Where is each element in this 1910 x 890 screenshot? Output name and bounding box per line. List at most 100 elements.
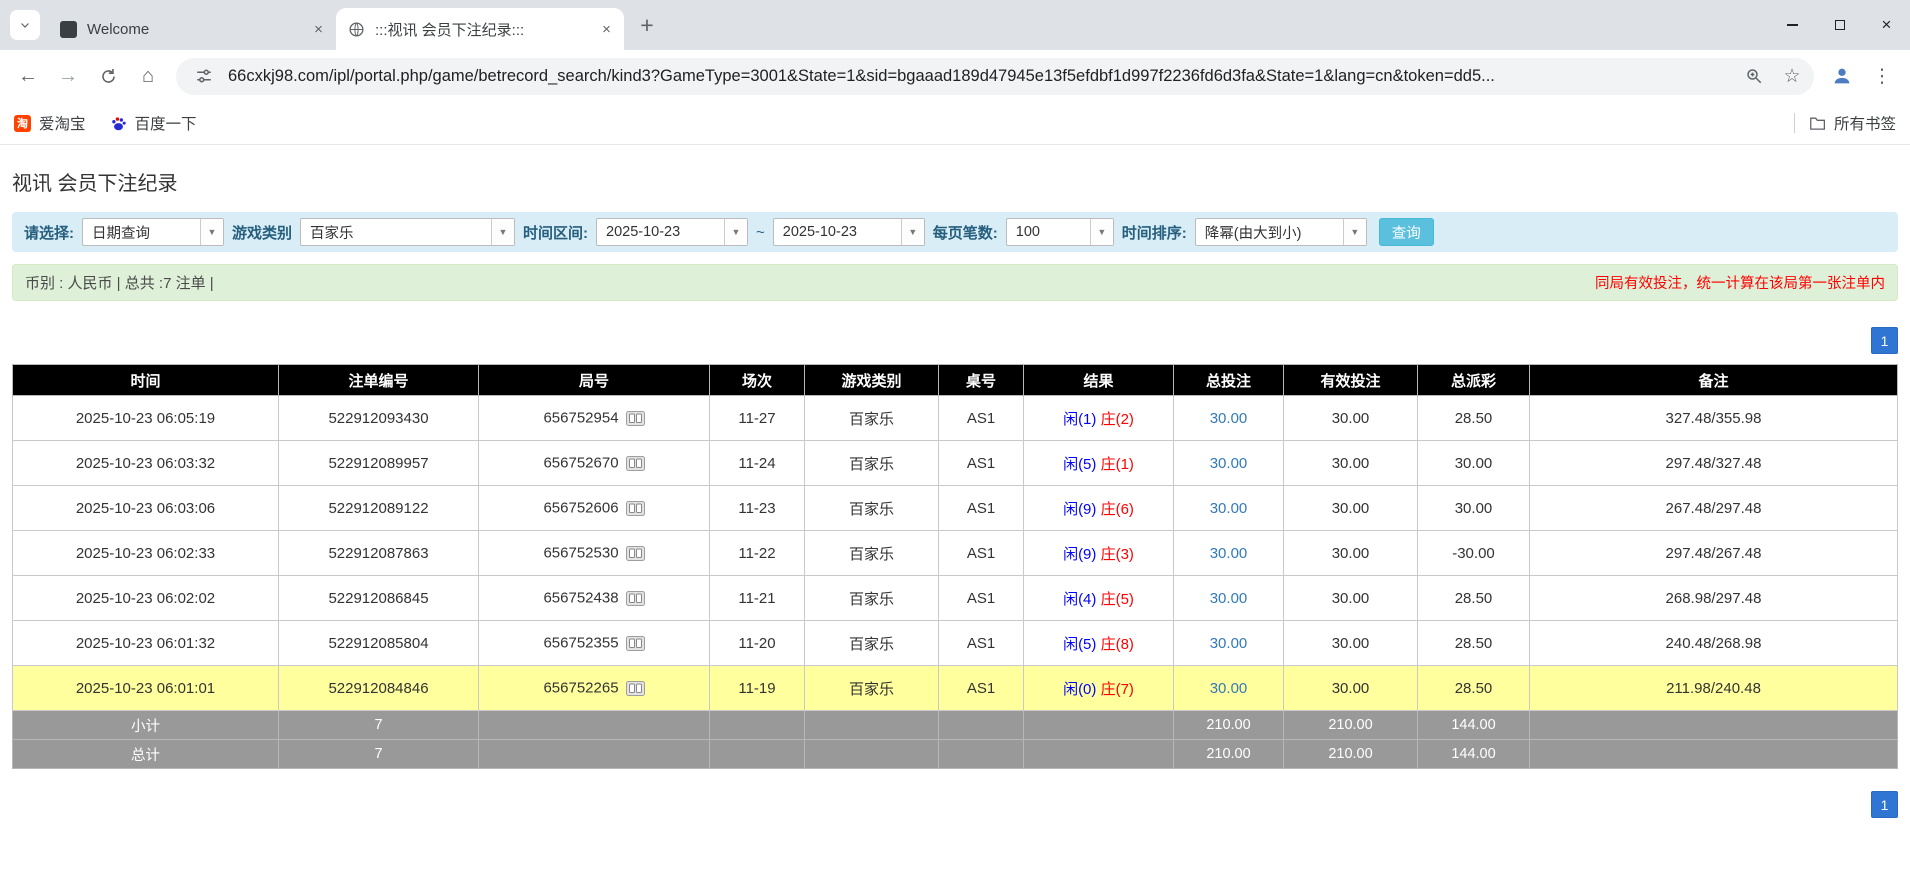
result-cell: 闲(5) 庄(1) [1024,441,1174,486]
tab-search-button[interactable] [10,10,40,40]
table-no-cell: AS1 [939,441,1024,486]
back-button[interactable]: ← [10,58,46,94]
date-to-select[interactable]: 2025-10-23 ▼ [773,218,925,246]
round-detail-icon[interactable] [626,681,645,696]
tab-close-icon[interactable]: × [309,20,328,39]
page-1-button[interactable]: 1 [1871,327,1898,354]
summary-cell: 小计 [13,711,279,740]
game-type-select[interactable]: 百家乐 ▼ [300,218,515,246]
chevron-down-icon[interactable]: ▼ [901,219,924,245]
zoom-icon[interactable] [1740,62,1768,90]
valid-bet-cell: 30.00 [1284,486,1418,531]
chevron-down-icon[interactable]: ▼ [491,219,514,245]
round-number: 656752670 [543,455,618,472]
total-bet-link[interactable]: 30.00 [1210,590,1248,607]
chevron-down-icon[interactable]: ▼ [1343,219,1366,245]
summary-cell [1024,711,1174,740]
summary-cell [939,711,1024,740]
summary-bar: 币别 : 人民币 | 总共 :7 注单 | 同局有效投注，统一计算在该局第一张注… [12,264,1898,301]
summary-cell [1024,740,1174,769]
bet-id-cell: 522912093430 [279,396,479,441]
time-cell: 2025-10-23 06:03:06 [13,486,279,531]
total-bet-link[interactable]: 30.00 [1210,635,1248,652]
round-detail-icon[interactable] [626,456,645,471]
note-cell: 327.48/355.98 [1530,396,1898,441]
minimize-button[interactable] [1769,0,1816,50]
chevron-down-icon[interactable]: ▼ [724,219,747,245]
bet-id-cell: 522912086845 [279,576,479,621]
close-window-button[interactable]: × [1863,0,1910,50]
total-bet-link[interactable]: 30.00 [1210,545,1248,562]
profile-icon[interactable] [1824,58,1860,94]
game-type-cell: 百家乐 [805,576,939,621]
bookmarks-bar: 淘 爱淘宝 百度一下 所有书签 [0,102,1910,145]
chevron-down-icon[interactable]: ▼ [1090,219,1113,245]
payout-cell: 30.00 [1418,486,1530,531]
query-type-select[interactable]: 日期查询 ▼ [82,218,224,246]
column-header: 时间 [13,365,279,396]
url-bar[interactable]: 66cxkj98.com/ipl/portal.php/game/betreco… [176,58,1814,95]
sort-order-select[interactable]: 降幂(由大到小) ▼ [1195,218,1367,246]
player-result: 闲(4) [1063,591,1096,608]
url-text[interactable]: 66cxkj98.com/ipl/portal.php/game/betreco… [228,67,1730,86]
tab-welcome[interactable]: Welcome × [48,8,336,50]
payout-cell: 30.00 [1418,441,1530,486]
column-header: 备注 [1530,365,1898,396]
result-cell: 闲(1) 庄(2) [1024,396,1174,441]
result-cell: 闲(0) 庄(7) [1024,666,1174,711]
round-cell: 656752530 [479,531,710,576]
round-number: 656752265 [543,680,618,697]
date-from-select[interactable]: 2025-10-23 ▼ [596,218,748,246]
total-bet-link[interactable]: 30.00 [1210,455,1248,472]
game-type-cell: 百家乐 [805,531,939,576]
column-header: 场次 [710,365,805,396]
search-button[interactable]: 查询 [1379,218,1434,246]
page-size-value: 100 [1007,219,1090,245]
bookmark-aitaobao[interactable]: 淘 爱淘宝 [14,112,86,134]
total-bet-link[interactable]: 30.00 [1210,680,1248,697]
valid-bet-cell: 30.00 [1284,441,1418,486]
session-cell: 11-19 [710,666,805,711]
round-detail-icon[interactable] [626,501,645,516]
table-row: 2025-10-23 06:03:06522912089122656752606… [13,486,1898,531]
table-no-cell: AS1 [939,531,1024,576]
all-bookmarks-button[interactable]: 所有书签 [1809,112,1896,134]
menu-kebab-icon[interactable]: ⋮ [1864,58,1900,94]
player-result: 闲(1) [1063,411,1096,428]
round-number: 656752606 [543,500,618,517]
tab-title: Welcome [87,21,303,38]
bet-table-foot: 小计7210.00210.00144.00总计7210.00210.00144.… [13,711,1898,769]
tab-betrecord[interactable]: :::视讯 会员下注纪录::: × [336,8,624,50]
round-detail-icon[interactable] [626,546,645,561]
site-info-icon[interactable] [190,62,218,90]
time-cell: 2025-10-23 06:02:33 [13,531,279,576]
maximize-button[interactable] [1816,0,1863,50]
summary-cell [939,740,1024,769]
valid-bet-note-text: 同局有效投注，统一计算在该局第一张注单内 [1595,272,1885,293]
tab-close-icon[interactable]: × [597,20,616,39]
total-bet-link[interactable]: 30.00 [1210,500,1248,517]
note-cell: 297.48/267.48 [1530,531,1898,576]
summary-row: 小计7210.00210.00144.00 [13,711,1898,740]
bookmark-star-icon[interactable]: ☆ [1778,62,1806,90]
round-detail-icon[interactable] [626,591,645,606]
new-tab-button[interactable]: + [632,10,662,40]
page-size-select[interactable]: 100 ▼ [1006,218,1114,246]
round-cell: 656752954 [479,396,710,441]
note-cell: 267.48/297.48 [1530,486,1898,531]
chevron-down-icon[interactable]: ▼ [200,219,223,245]
game-type-value: 百家乐 [301,219,491,245]
column-header: 桌号 [939,365,1024,396]
home-button[interactable]: ⌂ [130,58,166,94]
page-1-button[interactable]: 1 [1871,791,1898,818]
query-type-value: 日期查询 [83,219,200,245]
page-size-label: 每页笔数: [933,222,998,243]
refresh-button[interactable] [90,58,126,94]
round-detail-icon[interactable] [626,636,645,651]
total-bet-link[interactable]: 30.00 [1210,410,1248,427]
payout-cell: 28.50 [1418,576,1530,621]
forward-button[interactable]: → [50,58,86,94]
game-type-cell: 百家乐 [805,396,939,441]
bookmark-baidu[interactable]: 百度一下 [110,112,197,134]
round-detail-icon[interactable] [626,411,645,426]
